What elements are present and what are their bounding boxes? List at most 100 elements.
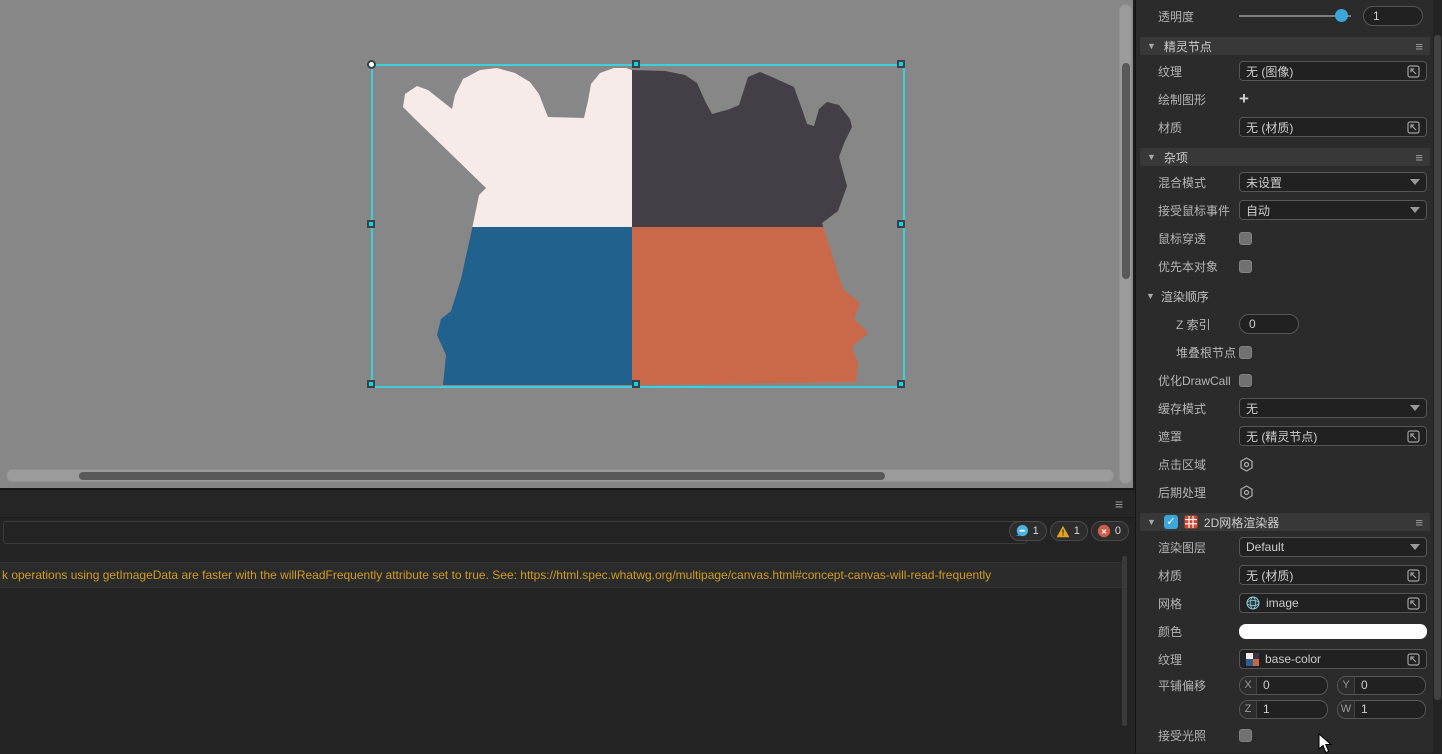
mouse-event-row: 接受鼠标事件 自动 bbox=[1136, 196, 1442, 224]
lighting-row: 接受光照 bbox=[1136, 721, 1442, 749]
sprite-node-section-header[interactable]: ▼ 精灵节点 ≡ bbox=[1140, 37, 1430, 55]
tiling-x-value: 0 bbox=[1257, 678, 1270, 692]
hit-area-settings-icon[interactable] bbox=[1239, 457, 1254, 472]
render-order-title: 渲染顺序 bbox=[1161, 288, 1209, 305]
z-index-input[interactable]: 0 bbox=[1239, 314, 1299, 334]
texture-field[interactable]: 无 (图像) bbox=[1239, 61, 1427, 81]
texture2-label: 纹理 bbox=[1158, 651, 1239, 668]
opacity-slider-knob[interactable] bbox=[1335, 9, 1348, 22]
hit-area-label: 点击区域 bbox=[1158, 456, 1239, 473]
priority-self-checkbox[interactable] bbox=[1239, 260, 1252, 273]
asset-picker-icon[interactable] bbox=[1407, 597, 1420, 610]
opacity-row: 透明度 1 bbox=[1136, 2, 1442, 30]
console-error-filter-button[interactable]: × 0 bbox=[1091, 521, 1129, 541]
mouse-through-checkbox[interactable] bbox=[1239, 232, 1252, 245]
collapse-triangle-icon[interactable]: ▼ bbox=[1147, 517, 1156, 527]
asset-picker-icon[interactable] bbox=[1407, 65, 1420, 78]
material2-value: 无 (材质) bbox=[1246, 567, 1407, 584]
editor-root: { "scene": { "background_color": "#87878… bbox=[0, 0, 1442, 753]
material-row: 材质 无 (材质) bbox=[1136, 113, 1442, 141]
anchor-point-handle[interactable] bbox=[367, 60, 376, 69]
texture-value: 无 (图像) bbox=[1246, 63, 1407, 80]
scene-horizontal-scrollbar-thumb[interactable] bbox=[79, 472, 885, 480]
mouse-event-value: 自动 bbox=[1246, 202, 1270, 219]
mesh-renderer-enabled-checkbox[interactable]: ✓ bbox=[1164, 515, 1178, 529]
blend-mode-row: 混合模式 未设置 bbox=[1136, 168, 1442, 196]
mouse-event-dropdown[interactable]: 自动 bbox=[1239, 200, 1427, 220]
console-warning-filter-button[interactable]: ! 1 bbox=[1050, 521, 1088, 541]
scene-vertical-scrollbar[interactable] bbox=[1119, 4, 1132, 484]
console-scrollbar-thumb[interactable] bbox=[1122, 556, 1127, 726]
section-menu-icon[interactable]: ≡ bbox=[1415, 39, 1423, 54]
console-filter-input[interactable] bbox=[3, 521, 1027, 544]
material2-row: 材质 无 (材质) bbox=[1136, 561, 1442, 589]
mesh-field[interactable]: image bbox=[1239, 593, 1427, 613]
texture-label: 纹理 bbox=[1158, 63, 1239, 80]
collapse-triangle-icon[interactable]: ▼ bbox=[1147, 152, 1156, 162]
asset-picker-icon[interactable] bbox=[1407, 121, 1420, 134]
stack-root-checkbox[interactable] bbox=[1239, 346, 1252, 359]
tiling-y-value: 0 bbox=[1355, 678, 1368, 692]
post-process-settings-icon[interactable] bbox=[1239, 485, 1254, 500]
tiling-y-input[interactable]: Y 0 bbox=[1337, 676, 1426, 695]
warning-triangle-icon: ! bbox=[1056, 525, 1070, 538]
optimize-drawcall-checkbox[interactable] bbox=[1239, 374, 1252, 387]
console-menu-icon[interactable]: ≡ bbox=[1115, 496, 1123, 512]
mesh-value: image bbox=[1266, 596, 1407, 610]
asset-picker-icon[interactable] bbox=[1407, 569, 1420, 582]
asset-picker-icon[interactable] bbox=[1407, 430, 1420, 443]
z-index-row: Z 索引 0 bbox=[1136, 310, 1442, 338]
material-field[interactable]: 无 (材质) bbox=[1239, 117, 1427, 137]
cache-mode-label: 缓存模式 bbox=[1158, 400, 1239, 417]
misc-section-header[interactable]: ▼ 杂项 ≡ bbox=[1140, 148, 1430, 166]
render-layer-dropdown[interactable]: Default bbox=[1239, 537, 1427, 557]
scene-horizontal-scrollbar[interactable] bbox=[6, 469, 1114, 482]
mesh-renderer-section-header[interactable]: ▼ ✓ 2D网格渲染器 ≡ bbox=[1140, 513, 1430, 531]
tiling-w-input[interactable]: W 1 bbox=[1337, 700, 1426, 719]
inspector-scrollbar-thumb[interactable] bbox=[1434, 35, 1441, 700]
mask-field[interactable]: 无 (精灵节点) bbox=[1239, 426, 1427, 446]
blend-mode-dropdown[interactable]: 未设置 bbox=[1239, 172, 1427, 192]
priority-self-row: 优先本对象 bbox=[1136, 252, 1442, 280]
selected-sprite[interactable] bbox=[375, 67, 903, 385]
opacity-input[interactable]: 1 bbox=[1363, 6, 1423, 26]
texture2-field[interactable]: base-color bbox=[1239, 649, 1427, 669]
hit-area-row: 点击区域 bbox=[1136, 450, 1442, 478]
section-menu-icon[interactable]: ≡ bbox=[1415, 150, 1423, 165]
texture2-value: base-color bbox=[1265, 652, 1407, 666]
lighting-checkbox[interactable] bbox=[1239, 729, 1252, 742]
add-shape-button[interactable]: + bbox=[1239, 92, 1249, 106]
priority-self-label: 优先本对象 bbox=[1158, 258, 1239, 275]
resize-handle-top[interactable] bbox=[632, 60, 640, 68]
collapse-triangle-icon[interactable]: ▼ bbox=[1146, 291, 1155, 301]
resize-handle-right[interactable] bbox=[897, 220, 905, 228]
optimize-drawcall-row: 优化DrawCall bbox=[1136, 366, 1442, 394]
mouse-through-row: 鼠标穿透 bbox=[1136, 224, 1442, 252]
material2-field[interactable]: 无 (材质) bbox=[1239, 565, 1427, 585]
resize-handle-bottom[interactable] bbox=[632, 380, 640, 388]
mesh-label: 网格 bbox=[1158, 595, 1239, 612]
tiling-offset-row-xy: 平铺偏移 X 0 Y 0 bbox=[1136, 673, 1442, 697]
material-label: 材质 bbox=[1158, 119, 1239, 136]
console-toolbar: 1 ! 1 × 0 bbox=[0, 518, 1135, 548]
scene-vertical-scrollbar-thumb[interactable] bbox=[1122, 63, 1130, 279]
console-info-filter-button[interactable]: 1 bbox=[1009, 521, 1047, 541]
tiling-x-input[interactable]: X 0 bbox=[1239, 676, 1328, 695]
resize-handle-top-right[interactable] bbox=[897, 60, 905, 68]
opacity-slider[interactable] bbox=[1239, 6, 1351, 26]
inspector-scrollbar[interactable] bbox=[1433, 0, 1442, 753]
section-menu-icon[interactable]: ≡ bbox=[1415, 515, 1423, 530]
cache-mode-dropdown[interactable]: 无 bbox=[1239, 398, 1427, 418]
texture-row: 纹理 无 (图像) bbox=[1136, 57, 1442, 85]
tiling-z-input[interactable]: Z 1 bbox=[1239, 700, 1328, 719]
render-order-subheader[interactable]: ▼ 渲染顺序 bbox=[1136, 288, 1442, 304]
mouse-event-label: 接受鼠标事件 bbox=[1158, 202, 1239, 219]
console-warning-entry[interactable]: k operations using getImageData are fast… bbox=[0, 562, 1127, 588]
collapse-triangle-icon[interactable]: ▼ bbox=[1147, 41, 1156, 51]
scene-view[interactable] bbox=[0, 0, 1135, 490]
resize-handle-bottom-left[interactable] bbox=[367, 380, 375, 388]
resize-handle-left[interactable] bbox=[367, 220, 375, 228]
asset-picker-icon[interactable] bbox=[1407, 653, 1420, 666]
resize-handle-bottom-right[interactable] bbox=[897, 380, 905, 388]
color-swatch[interactable] bbox=[1239, 624, 1427, 639]
